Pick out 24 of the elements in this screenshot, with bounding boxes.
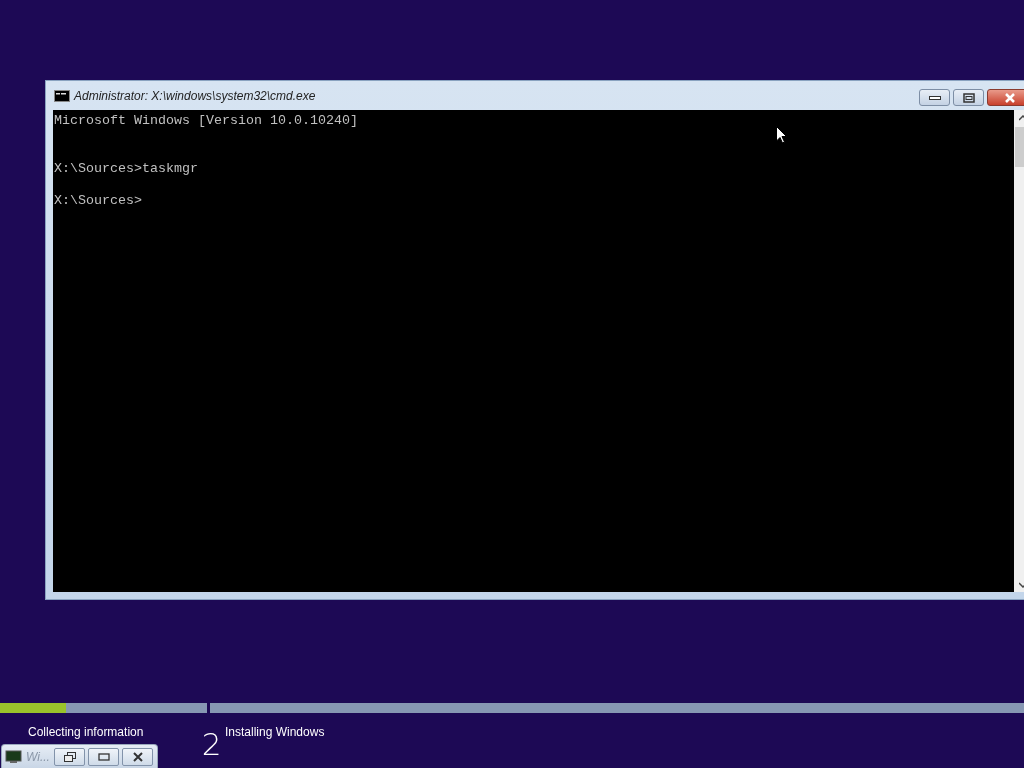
- window-title: Administrator: X:\windows\system32\cmd.exe: [74, 88, 316, 103]
- mouse-pointer-icon: [776, 126, 787, 144]
- restore-icon: [63, 751, 76, 762]
- console-icon: [54, 89, 70, 102]
- minimize-button[interactable]: [919, 89, 950, 106]
- step-label: Collecting information: [28, 725, 144, 739]
- step-label: Installing Windows: [225, 725, 325, 739]
- console-line: X:\Sources>taskmgr: [54, 161, 198, 177]
- close-icon: [1004, 92, 1016, 103]
- minimized-window[interactable]: Wi...: [1, 744, 158, 768]
- step-number: 2: [200, 728, 223, 760]
- close-button[interactable]: [122, 747, 153, 766]
- close-icon: [131, 751, 144, 762]
- console-line: Microsoft Windows [Version 10.0.10240]: [54, 113, 358, 129]
- window-title: Wi...: [26, 749, 51, 764]
- maximize-icon: [97, 752, 110, 761]
- maximize-button[interactable]: [953, 89, 984, 106]
- computer-icon: [5, 749, 23, 764]
- maximize-icon: [962, 92, 975, 103]
- scroll-thumb[interactable]: [1015, 127, 1024, 167]
- minimize-icon: [928, 94, 941, 101]
- restore-button[interactable]: [54, 747, 85, 766]
- console-line: X:\Sources>: [54, 193, 142, 209]
- close-button[interactable]: [987, 89, 1024, 106]
